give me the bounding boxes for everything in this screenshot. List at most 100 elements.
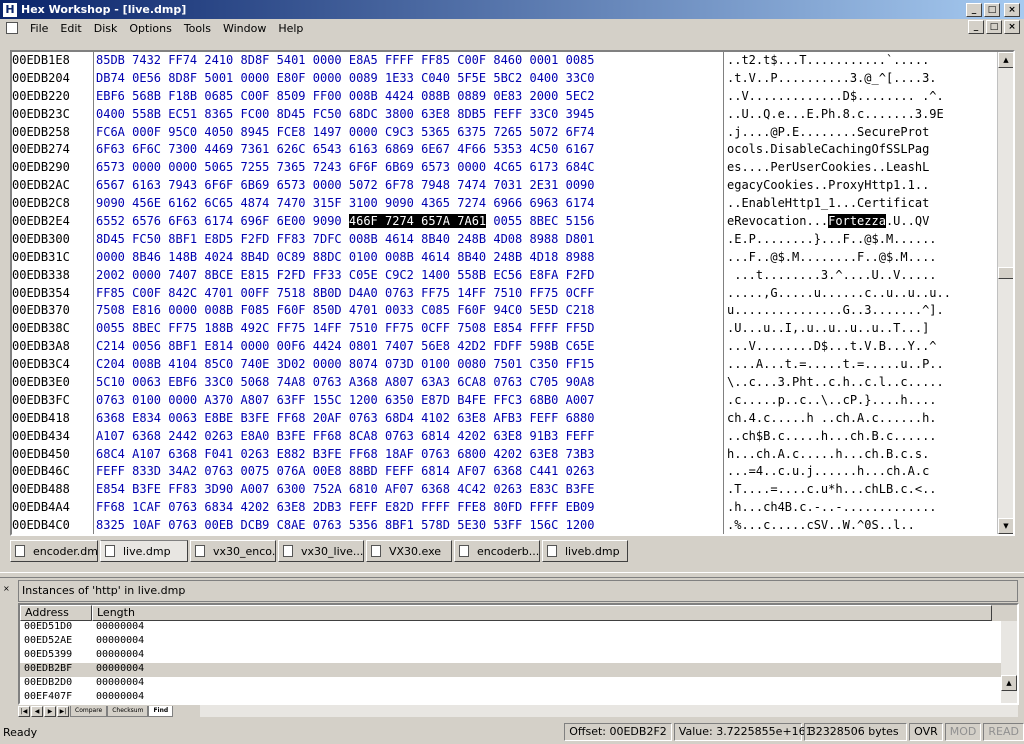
results-horizontal-scrollbar[interactable] <box>200 705 1018 717</box>
menu-window[interactable]: Window <box>217 22 272 35</box>
results-close-icon[interactable]: × <box>3 584 10 593</box>
menu-file[interactable]: File <box>24 22 54 35</box>
hex-row-ascii[interactable]: h...ch.A.c.....h...ch.B.c.s. <box>727 446 997 464</box>
hex-row-ascii[interactable]: .U...u..I,.u..u..u..u..T...] <box>727 320 997 338</box>
close-button[interactable]: × <box>1004 2 1020 17</box>
hex-row-bytes[interactable]: 7508 E816 0000 008B F085 F60F 850D 4701 … <box>96 302 722 320</box>
ascii-segment[interactable]: eRevocation... <box>727 214 828 228</box>
hex-row-ascii[interactable]: ...F..@$.M........F..@$.M.... <box>727 249 997 267</box>
scroll-up-icon[interactable]: ▲ <box>998 52 1013 68</box>
column-address[interactable]: Address <box>20 605 92 621</box>
first-tab-icon[interactable]: |◀ <box>18 705 30 717</box>
menu-disk[interactable]: Disk <box>88 22 124 35</box>
tab-1[interactable]: live.dmp <box>100 540 188 562</box>
hex-row-ascii[interactable]: .....,G.....u......c..u..u..u.. <box>727 285 997 303</box>
hex-row-bytes[interactable]: DB74 0E56 8D8F 5001 0000 E80F 0000 0089 … <box>96 70 722 88</box>
hex-bytes-segment[interactable]: 0055 8BEC 5156 <box>486 214 594 228</box>
tab-0[interactable]: encoder.dmp <box>10 540 98 562</box>
doc-restore-button[interactable]: □ <box>986 20 1002 34</box>
tab-5[interactable]: encoderb... <box>454 540 540 562</box>
hex-column[interactable]: 85DB 7432 FF74 2410 8D8F 5401 0000 E8A5 … <box>96 52 722 534</box>
hex-row-bytes[interactable]: 2002 0000 7407 8BCE E815 F2FD FF33 C05E … <box>96 267 722 285</box>
document-icon[interactable] <box>6 22 18 34</box>
result-row[interactable]: 00EDB2D0 00000004 <box>20 677 1017 691</box>
hex-row-ascii[interactable]: ...V........D$...t.V.B...Y..^ <box>727 338 997 356</box>
hex-row-ascii[interactable]: .j....@P.E........SecureProt <box>727 124 997 142</box>
hex-row-bytes[interactable]: 8325 10AF 0763 00EB DCB9 C8AE 0763 5356 … <box>96 517 722 534</box>
next-tab-icon[interactable]: ▶ <box>44 705 56 717</box>
hex-row-bytes[interactable]: 0000 8B46 148B 4024 8B4D 0C89 88DC 0100 … <box>96 249 722 267</box>
hex-row-bytes[interactable]: 6552 6576 6F63 6174 696F 6E00 9090 466F … <box>96 213 722 231</box>
hex-row-ascii[interactable]: es....PerUserCookies..LeashL <box>727 159 997 177</box>
bottom-tab-compare[interactable]: Compare <box>70 705 108 717</box>
doc-close-button[interactable]: × <box>1004 20 1020 34</box>
hex-row-ascii[interactable]: ...=4..c.u.j......h...ch.A.c <box>727 463 997 481</box>
doc-minimize-button[interactable]: _ <box>968 20 984 34</box>
maximize-button[interactable]: □ <box>984 2 1000 17</box>
hex-row-bytes[interactable]: 0400 558B EC51 8365 FC00 8D45 FC50 68DC … <box>96 106 722 124</box>
menu-help[interactable]: Help <box>272 22 309 35</box>
tab-4[interactable]: VX30.exe <box>366 540 452 562</box>
result-row[interactable]: 00ED51D0 00000004 <box>20 621 1017 635</box>
hex-row-bytes[interactable]: 85DB 7432 FF74 2410 8D8F 5401 0000 E8A5 … <box>96 52 722 70</box>
ascii-segment[interactable]: .U..QV <box>886 214 929 228</box>
hex-row-bytes[interactable]: FEFF 833D 34A2 0763 0075 076A 00E8 88BD … <box>96 463 722 481</box>
hex-row-bytes[interactable]: FF85 C00F 842C 4701 00FF 7518 8B0D D4A0 … <box>96 285 722 303</box>
result-row[interactable]: 00EDB2BF 00000004 <box>20 663 1017 677</box>
minimize-button[interactable]: _ <box>966 2 982 17</box>
hex-row-bytes[interactable]: 8D45 FC50 8BF1 E8D5 F2FD FF83 7DFC 008B … <box>96 231 722 249</box>
results-vertical-scrollbar[interactable]: ▲ <box>1001 621 1017 703</box>
hex-editor-pane[interactable]: 00EDB1E8 00EDB204 00EDB220 00EDB23C 00EDB258… <box>10 50 1015 536</box>
scroll-thumb[interactable] <box>998 267 1013 279</box>
hex-row-ascii[interactable]: c3.........j....L......h...G. <box>727 535 997 536</box>
hex-row-ascii[interactable]: ..ch$B.c.....h...ch.B.c...... <box>727 428 997 446</box>
tab-6[interactable]: liveb.dmp <box>542 540 628 562</box>
hex-row-ascii[interactable]: .c.....p..c..\..cP.}....h.... <box>727 392 997 410</box>
hex-row-ascii[interactable]: ocols.DisableCachingOfSSLPag <box>727 141 997 159</box>
ascii-column[interactable]: ..t2.t$...T...........`..... .t.V..P.....… <box>727 52 997 534</box>
hex-row-bytes[interactable]: C204 008B 4104 85C0 740E 3D02 0000 8074 … <box>96 356 722 374</box>
hex-row-ascii[interactable]: ..U..Q.e...E.Ph.8.c.......3.9E <box>727 106 997 124</box>
hex-row-bytes[interactable]: EBF6 568B F18B 0685 C00F 8509 FF00 008B … <box>96 88 722 106</box>
hex-bytes-segment[interactable]: 6552 6576 6F63 6174 696F 6E00 9090 <box>96 214 349 228</box>
hex-row-bytes[interactable]: FF68 1CAF 0763 6834 4202 63E8 2DB3 FEFF … <box>96 499 722 517</box>
hex-row-bytes[interactable]: 6F63 6F6C 7300 4469 7361 626C 6543 6163 … <box>96 141 722 159</box>
result-row[interactable]: 00ED52AE 00000004 <box>20 635 1017 649</box>
hex-row-ascii[interactable]: ....A...t.=.....t.=.....u..P.. <box>727 356 997 374</box>
hex-row-ascii[interactable]: .T....=....c.u*h...chLB.c.<.. <box>727 481 997 499</box>
hex-row-ascii[interactable]: u...............G..3.......^]. <box>727 302 997 320</box>
hex-row-ascii[interactable]: .%...c.....cSV..W.^0S..l.. <box>727 517 997 534</box>
hex-row-bytes[interactable]: 6573 0000 0000 5065 7255 7365 7243 6F6F … <box>96 159 722 177</box>
result-row[interactable]: 00EF407F 00000004 <box>20 691 1017 703</box>
hex-row-bytes[interactable]: C214 0056 8BF1 E814 0000 00F6 4424 0801 … <box>96 338 722 356</box>
hex-row-ascii[interactable]: ..V.............D$........ .^. <box>727 88 997 106</box>
menu-options[interactable]: Options <box>123 22 177 35</box>
selected-bytes[interactable]: 466F 7274 657A 7A61 <box>348 214 487 229</box>
hex-row-bytes[interactable]: A107 6368 2442 0263 E8A0 B3FE FF68 8CA8 … <box>96 428 722 446</box>
hex-row-bytes[interactable]: 5C10 0063 EBF6 33C0 5068 74A8 0763 A368 … <box>96 374 722 392</box>
bottom-tab-find[interactable]: Find <box>148 705 174 717</box>
hex-row-ascii[interactable]: ch.4.c.....h ..ch.A.c......h. <box>727 410 997 428</box>
hex-row-bytes[interactable]: 9090 456E 6162 6C65 4874 7470 315F 3100 … <box>96 195 722 213</box>
scroll-down-icon[interactable]: ▼ <box>998 518 1013 534</box>
menu-tools[interactable]: Tools <box>178 22 217 35</box>
results-list[interactable]: Address Length 00ED51D0 00000004 00ED52AE 0… <box>18 603 1019 705</box>
result-row[interactable]: 00ED5399 00000004 <box>20 649 1017 663</box>
bottom-tab-checksum[interactable]: Checksum <box>107 705 149 717</box>
hex-row-bytes[interactable]: 6333 FF8B 0CBE 85C9 0F85 6A01 0100 8B4C … <box>96 535 722 536</box>
hex-row-ascii[interactable]: \..c...3.Pht..c.h..c.l..c..... <box>727 374 997 392</box>
last-tab-icon[interactable]: ▶| <box>57 705 69 717</box>
hex-row-bytes[interactable]: FC6A 000F 95C0 4050 8945 FCE8 1497 0000 … <box>96 124 722 142</box>
hex-vertical-scrollbar[interactable]: ▲ ▼ <box>997 52 1013 534</box>
hex-row-ascii[interactable]: ...t........3.^....U..V..... <box>727 267 997 285</box>
hex-row-ascii[interactable]: ..EnableHttp1_1...Certificat <box>727 195 997 213</box>
hex-row-bytes[interactable]: 6368 E834 0063 E8BE B3FE FF68 20AF 0763 … <box>96 410 722 428</box>
selected-ascii[interactable]: Fortezza <box>828 214 886 229</box>
column-length[interactable]: Length <box>92 605 992 621</box>
hex-row-bytes[interactable]: 68C4 A107 6368 F041 0263 E882 B3FE FF68 … <box>96 446 722 464</box>
tab-3[interactable]: vx30_live... <box>278 540 364 562</box>
prev-tab-icon[interactable]: ◀ <box>31 705 43 717</box>
results-scroll-up-icon[interactable]: ▲ <box>1001 675 1017 691</box>
hex-row-bytes[interactable]: 6567 6163 7943 6F6F 6B69 6573 0000 5072 … <box>96 177 722 195</box>
hex-row-ascii[interactable]: eRevocation...Fortezza.U..QV <box>727 213 997 231</box>
